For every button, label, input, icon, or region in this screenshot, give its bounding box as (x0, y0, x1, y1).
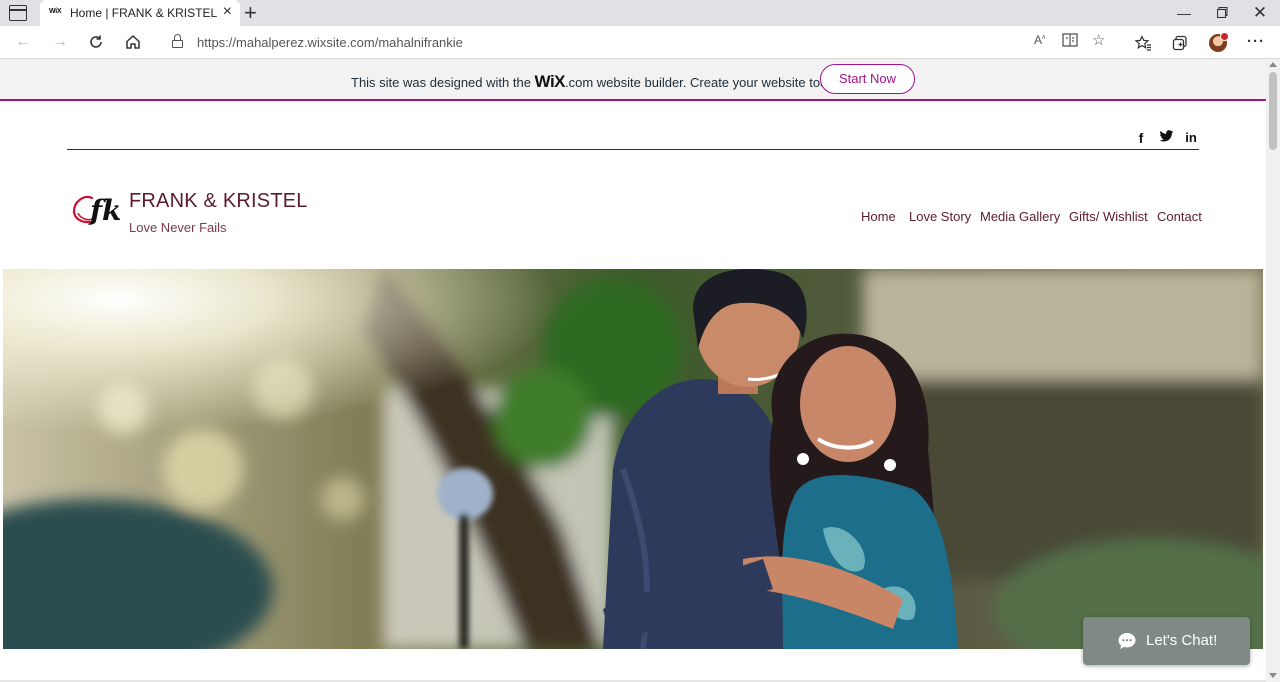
scroll-down-icon[interactable] (1269, 673, 1277, 678)
new-tab-icon[interactable]: + (244, 1, 257, 25)
refresh-icon[interactable] (84, 31, 108, 53)
nav-contact[interactable]: Contact (1157, 209, 1202, 224)
site-tagline: Love Never Fails (129, 220, 227, 235)
page-scrollbar[interactable] (1266, 59, 1280, 682)
browser-tab-bar: WiX Home | FRANK & KRISTEL × + — ✕ (0, 0, 1280, 26)
address-url: https://mahalperez.wixsite.com/mahalnifr… (197, 35, 463, 50)
browser-toolbar: ← → https://mahalperez.wixsite.com/mahal… (0, 26, 1280, 59)
tab-title: Home | FRANK & KRISTEL (70, 6, 218, 20)
url-path: /mahalnifrankie (374, 35, 463, 50)
lock-icon[interactable] (172, 34, 183, 48)
home-icon[interactable] (121, 31, 145, 53)
wix-logo[interactable]: WiX (535, 72, 566, 91)
more-icon[interactable]: ··· (1245, 32, 1267, 54)
wix-banner-text-after: .com website builder. Create your websit… (565, 75, 844, 90)
site-logo[interactable]: fk (72, 184, 124, 230)
hero-couple-photo (3, 269, 1263, 649)
favorites-icon[interactable] (1132, 32, 1154, 54)
nav-home[interactable]: Home (861, 209, 896, 224)
logo-mark-text: fk (88, 194, 121, 227)
url-host: https://mahalperez.wixsite.com (197, 35, 375, 50)
read-aloud-icon[interactable]: Aʌ (1034, 33, 1046, 47)
twitter-icon[interactable] (1157, 130, 1175, 146)
forward-icon[interactable]: → (48, 31, 72, 53)
nav-love-story[interactable]: Love Story (909, 209, 971, 224)
scroll-up-icon[interactable] (1269, 62, 1277, 67)
maximize-icon[interactable] (1203, 0, 1241, 26)
wix-banner-text-before: This site was designed with the (351, 75, 535, 90)
start-now-button[interactable]: Start Now (820, 64, 915, 94)
wix-banner-text: This site was designed with the WiX.com … (351, 72, 844, 92)
site-title[interactable]: FRANK & KRISTEL (129, 190, 308, 213)
nav-gifts-wishlist[interactable]: Gifts/ Wishlist (1069, 209, 1148, 224)
immersive-reader-icon[interactable] (1062, 33, 1078, 50)
tab-actions-icon[interactable] (9, 5, 27, 21)
address-bar[interactable]: https://mahalperez.wixsite.com/mahalnifr… (156, 29, 1221, 56)
back-icon[interactable]: ← (11, 31, 35, 53)
chat-bubble-icon (1117, 631, 1137, 651)
wix-banner: This site was designed with the WiX.com … (0, 59, 1266, 101)
profile-icon[interactable] (1209, 32, 1229, 52)
close-icon[interactable]: ✕ (1241, 0, 1279, 26)
collections-icon[interactable] (1169, 32, 1191, 54)
add-favorite-icon[interactable]: ☆ (1092, 31, 1105, 49)
nav-media-gallery[interactable]: Media Gallery (980, 209, 1060, 224)
scroll-thumb[interactable] (1269, 72, 1277, 150)
header-divider (67, 149, 1199, 150)
linkedin-icon[interactable]: in (1182, 130, 1200, 146)
wix-favicon: WiX (49, 8, 62, 15)
browser-tab[interactable]: WiX Home | FRANK & KRISTEL × (40, 0, 240, 26)
tab-close-icon[interactable]: × (223, 3, 232, 21)
minimize-icon[interactable]: — (1165, 0, 1203, 26)
facebook-icon[interactable]: f (1132, 130, 1150, 146)
chat-label: Let's Chat! (1146, 632, 1218, 649)
lets-chat-button[interactable]: Let's Chat! (1083, 617, 1250, 665)
